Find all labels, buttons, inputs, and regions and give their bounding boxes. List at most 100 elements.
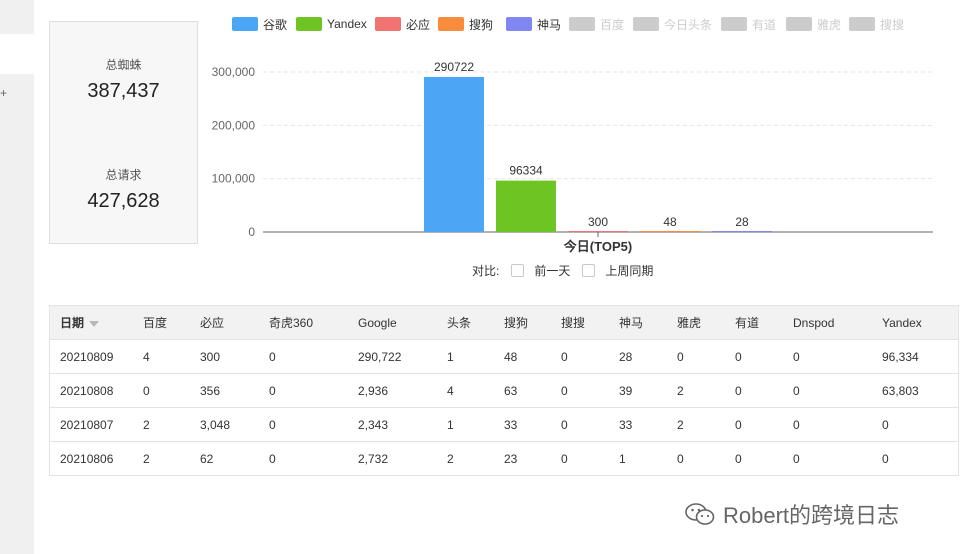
table-row: 20210808 0 356 0 2,936 4 63 0 39 2 0 0 63,803 xyxy=(49,373,959,408)
legend-label: 谷歌 xyxy=(263,17,288,32)
table-cell: 20210807 xyxy=(49,407,133,442)
table-cell: 20210808 xyxy=(49,373,133,408)
legend-label: 神马 xyxy=(537,17,562,32)
total-requests-label: 总请求 xyxy=(105,168,142,182)
sort-desc-icon[interactable] xyxy=(89,320,100,327)
table-cell: 0 xyxy=(667,339,725,374)
last-week-checkbox[interactable] xyxy=(582,264,596,277)
column-header[interactable]: Yandex xyxy=(872,305,959,340)
legend-swatch xyxy=(633,17,659,31)
table-cell: 0 xyxy=(551,441,609,476)
stats-table: 日期 百度 必应 奇虎360 Google 头条 搜狗 搜搜 神马 雅虎 有道 … xyxy=(49,305,959,476)
table-cell: 0 xyxy=(133,373,190,408)
column-header[interactable]: 奇虎360 xyxy=(259,305,348,340)
table-cell: 2,936 xyxy=(348,373,437,408)
legend-swatch xyxy=(849,17,875,31)
stats-card: 总蜘蛛 387,437 总请求 427,628 xyxy=(49,21,198,244)
table-cell: 20210806 xyxy=(49,441,133,476)
table-cell: 0 xyxy=(725,373,783,408)
table-cell: 1 xyxy=(437,407,494,442)
total-spiders-value: 387,437 xyxy=(87,80,160,102)
column-header[interactable]: 头条 xyxy=(437,305,494,340)
legend-item-google[interactable]: 谷歌 xyxy=(232,15,287,33)
table-cell: 0 xyxy=(259,373,348,408)
column-header[interactable]: Google xyxy=(348,305,437,340)
table-cell: 0 xyxy=(783,373,872,408)
table-cell: 356 xyxy=(190,373,259,408)
legend-item-soso[interactable]: 搜搜 xyxy=(849,15,904,33)
bar-4 xyxy=(712,231,772,232)
legend-item-baidu[interactable]: 百度 xyxy=(569,15,624,33)
table-cell: 0 xyxy=(259,339,348,374)
previous-day-checkbox[interactable] xyxy=(511,264,525,277)
legend-label: Yandex xyxy=(327,17,367,31)
table-cell: 2,732 xyxy=(348,441,437,476)
table-cell: 28 xyxy=(609,339,667,374)
table-cell: 0 xyxy=(725,339,783,374)
y-tick-label: 0 xyxy=(248,225,255,239)
legend-label: 有道 xyxy=(752,17,777,32)
wechat-icon xyxy=(685,503,715,525)
legend-label: 雅虎 xyxy=(817,17,842,32)
legend-swatch xyxy=(232,17,258,31)
bar-value-label: 28 xyxy=(735,215,749,229)
bar-value-label: 96334 xyxy=(509,164,543,178)
rail-active-item[interactable] xyxy=(0,34,34,74)
legend-label: 百度 xyxy=(600,17,625,32)
column-header[interactable]: Dnspod xyxy=(783,305,872,340)
column-header[interactable]: 雅虎 xyxy=(667,305,725,340)
legend-label: 必应 xyxy=(406,17,431,32)
legend-item-sogou[interactable]: 搜狗 xyxy=(438,15,493,33)
legend-swatch xyxy=(786,17,812,31)
legend-item-yahoo[interactable]: 雅虎 xyxy=(786,15,841,33)
watermark: Robert的跨境日志 xyxy=(685,498,899,530)
table-cell: 0 xyxy=(259,407,348,442)
column-header-date[interactable]: 日期 xyxy=(49,305,133,340)
legend-item-youdao[interactable]: 有道 xyxy=(721,15,776,33)
table-row: 20210809 4 300 0 290,722 1 48 0 28 0 0 0 96,334 xyxy=(49,339,959,374)
compare-previous-day[interactable]: 前一天 xyxy=(511,262,570,279)
column-header[interactable]: 神马 xyxy=(609,305,667,340)
compare-last-week[interactable]: 上周同期 xyxy=(582,262,653,279)
legend-item-bing[interactable]: 必应 xyxy=(375,15,430,33)
table-cell: 2 xyxy=(667,407,725,442)
y-tick-label: 300,000 xyxy=(212,65,256,79)
table-cell: 2 xyxy=(437,441,494,476)
legend-swatch xyxy=(375,17,401,31)
table-cell: 0 xyxy=(667,441,725,476)
column-header[interactable]: 搜狗 xyxy=(494,305,551,340)
table-cell: 0 xyxy=(725,441,783,476)
bar-1 xyxy=(496,180,556,232)
legend-item-toutiao[interactable]: 今日头条 xyxy=(633,15,712,33)
table-cell: 4 xyxy=(437,373,494,408)
legend-swatch xyxy=(721,17,747,31)
table-cell: 0 xyxy=(551,373,609,408)
legend-item-shenma[interactable]: 神马 xyxy=(506,15,561,33)
total-requests-value: 427,628 xyxy=(87,190,160,212)
table-cell: 33 xyxy=(609,407,667,442)
table-cell: 2 xyxy=(133,441,190,476)
bar-2 xyxy=(568,231,628,232)
compare-label: 对比: xyxy=(472,264,500,278)
table-cell: 48 xyxy=(494,339,551,374)
table-cell: 0 xyxy=(551,407,609,442)
left-rail: + xyxy=(0,0,34,554)
column-header[interactable]: 必应 xyxy=(190,305,259,340)
bar-chart: 300,000 200,000 100,000 0 今日(TOP5) 290722 9633… xyxy=(212,60,933,254)
table-row: 20210806 2 62 0 2,732 2 23 0 1 0 0 0 0 xyxy=(49,441,959,476)
table-cell: 4 xyxy=(133,339,190,374)
table-cell: 96,334 xyxy=(872,339,959,374)
legend-label: 搜搜 xyxy=(880,17,905,32)
table-cell: 0 xyxy=(783,407,872,442)
date-header-label: 日期 xyxy=(60,316,85,330)
table-cell: 300 xyxy=(190,339,259,374)
column-header[interactable]: 有道 xyxy=(725,305,783,340)
watermark-text: Robert的跨境日志 xyxy=(723,503,900,528)
column-header[interactable]: 搜搜 xyxy=(551,305,609,340)
table-cell: 2,343 xyxy=(348,407,437,442)
legend-swatch xyxy=(296,17,322,31)
bar-value-label: 290722 xyxy=(434,60,474,74)
table-header-row: 日期 百度 必应 奇虎360 Google 头条 搜狗 搜搜 神马 雅虎 有道 … xyxy=(49,305,959,340)
column-header[interactable]: 百度 xyxy=(133,305,190,340)
legend-item-yandex[interactable]: Yandex xyxy=(296,15,367,33)
